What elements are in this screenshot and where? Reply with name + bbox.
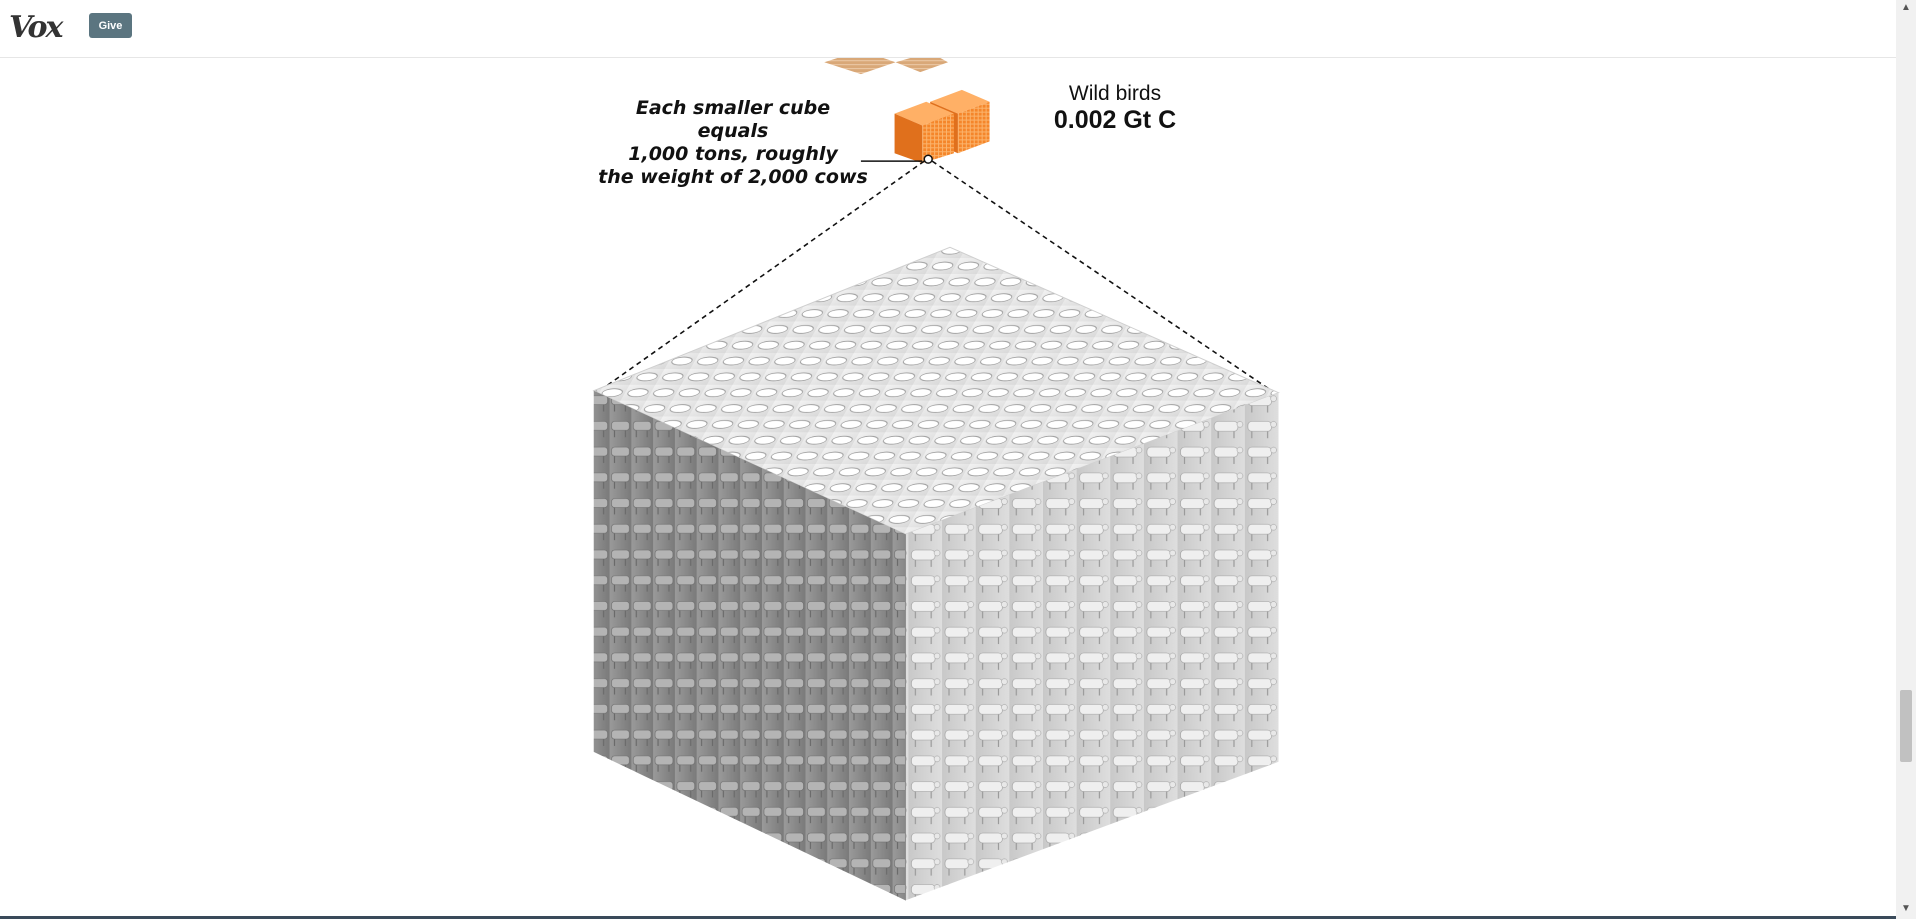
caption-line-3: the weight of 2,000 cows <box>598 166 868 188</box>
category-label: Wild birds 0.002 Gt C <box>1040 81 1190 134</box>
cube-caption: Each smaller cube equals 1,000 tons, rou… <box>598 97 868 189</box>
pointer-dot <box>923 154 933 164</box>
small-orange-cubes <box>894 89 990 164</box>
carbon-graphic <box>592 50 1280 901</box>
scroll-up-icon[interactable]: ▲ <box>1900 2 1912 14</box>
category-name: Wild birds <box>1068 82 1162 105</box>
scroll-thumb[interactable] <box>1900 690 1912 762</box>
give-button[interactable]: Give <box>89 13 132 38</box>
scroll-down-icon[interactable]: ▼ <box>1900 903 1912 915</box>
caption-line-1: Each smaller cube equals <box>635 97 831 142</box>
category-value: 0.002 Gt C <box>1053 106 1177 134</box>
cow-cube <box>592 246 1280 901</box>
vox-logo[interactable]: Vox <box>9 10 63 45</box>
caption-line-2: 1,000 tons, roughly <box>628 143 838 165</box>
site-header: Vox Give <box>0 0 1896 58</box>
page-scrollbar[interactable]: ▲ ▼ <box>1896 0 1916 919</box>
